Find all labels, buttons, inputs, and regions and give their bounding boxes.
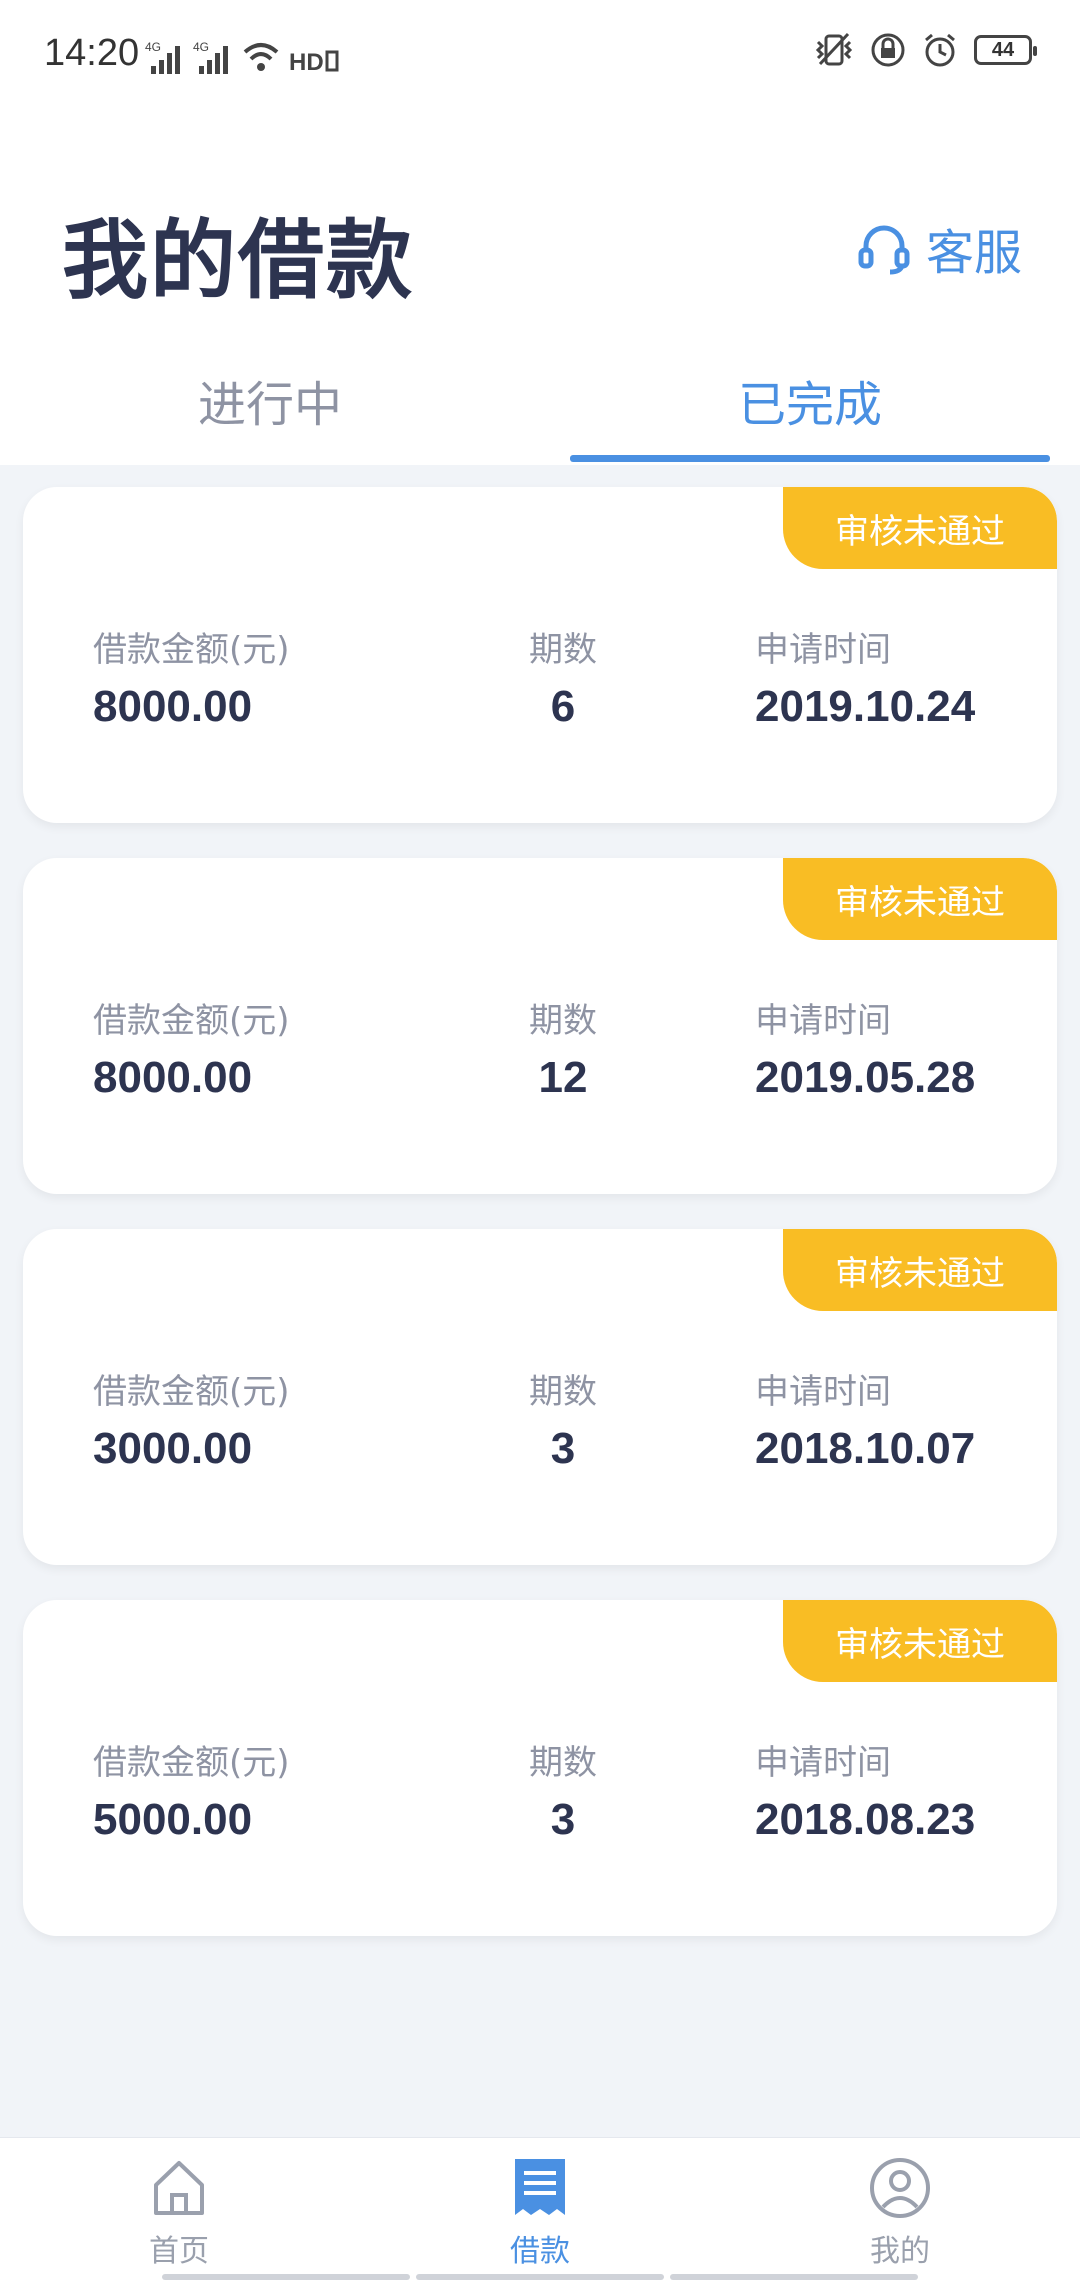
- amount-value: 8000.00: [93, 1053, 253, 1102]
- date-label: 申请时间: [755, 1001, 891, 1041]
- date-value: 2019.05.28: [755, 1053, 976, 1102]
- svg-text:4G: 4G: [145, 40, 161, 54]
- bottom-navigation: 首页 借款 我的: [0, 2137, 1080, 2280]
- status-badge: 审核未通过: [783, 487, 1057, 569]
- periods-value: 3: [550, 1795, 576, 1844]
- periods-value: 6: [550, 682, 576, 731]
- svg-text:HD: HD: [289, 49, 324, 74]
- lock-rotation-icon: [871, 33, 905, 67]
- amount-value: 8000.00: [93, 682, 253, 731]
- amount-label: 借款金额(元): [93, 1001, 290, 1041]
- svg-text:4G: 4G: [193, 40, 209, 54]
- status-badge: 审核未通过: [783, 1600, 1057, 1682]
- signal-icon: 4G: [145, 40, 180, 74]
- top-area: 14:20 4G 4G HD 44 我的借款 客服 进行中 已完成: [0, 0, 1080, 465]
- periods-label: 期数: [529, 1001, 597, 1041]
- loan-tabs: 进行中 已完成: [0, 350, 1080, 465]
- headset-icon: [858, 225, 910, 275]
- loan-card[interactable]: 审核未通过 借款金额(元) 3000.00 期数 3 申请时间 2018.10.…: [23, 1229, 1057, 1565]
- user-icon: [870, 2158, 930, 2218]
- gesture-bar: [0, 2274, 1080, 2280]
- alarm-icon: [925, 33, 955, 67]
- nav-home-label: 首页: [149, 2234, 209, 2269]
- tab-completed[interactable]: 已完成: [570, 365, 1050, 435]
- periods-label: 期数: [529, 1372, 597, 1412]
- active-tab-indicator: [570, 455, 1050, 462]
- date-value: 2018.10.07: [755, 1424, 976, 1473]
- network-indicators: 4G 4G HD: [145, 30, 339, 74]
- amount-label: 借款金额(元): [93, 1372, 290, 1412]
- wifi-icon: [243, 43, 279, 71]
- status-badge: 审核未通过: [783, 1229, 1057, 1311]
- loan-card[interactable]: 审核未通过 借款金额(元) 8000.00 期数 12 申请时间 2019.05…: [23, 858, 1057, 1194]
- loan-card[interactable]: 审核未通过 借款金额(元) 8000.00 期数 6 申请时间 2019.10.…: [23, 487, 1057, 823]
- amount-value: 5000.00: [93, 1795, 253, 1844]
- date-value: 2018.08.23: [755, 1795, 976, 1844]
- page-title: 我的借款: [62, 211, 414, 311]
- tab-in-progress[interactable]: 进行中: [30, 365, 510, 435]
- amount-value: 3000.00: [93, 1424, 253, 1473]
- status-time: 14:20: [44, 32, 140, 74]
- signal-icon: 4G: [193, 40, 228, 74]
- loan-card[interactable]: 审核未通过 借款金额(元) 5000.00 期数 3 申请时间 2018.08.…: [23, 1600, 1057, 1936]
- date-label: 申请时间: [755, 1743, 891, 1783]
- hd-icon: HD: [289, 49, 339, 74]
- customer-service-button[interactable]: 客服: [856, 213, 1022, 283]
- nav-mine-label: 我的: [870, 2234, 930, 2269]
- periods-value: 3: [550, 1424, 576, 1473]
- date-value: 2019.10.24: [755, 682, 976, 731]
- amount-label: 借款金额(元): [93, 1743, 290, 1783]
- nav-loans-label: 借款: [510, 2234, 570, 2269]
- nav-loans[interactable]: 借款: [440, 2156, 640, 2270]
- nav-mine[interactable]: 我的: [800, 2156, 1000, 2270]
- customer-service-label: 客服: [925, 225, 1022, 281]
- vibrate-icon: [815, 32, 853, 66]
- date-label: 申请时间: [755, 1372, 891, 1412]
- periods-value: 12: [538, 1053, 588, 1102]
- amount-label: 借款金额(元): [93, 630, 290, 670]
- status-right: 44: [814, 32, 1037, 68]
- battery-icon: 44: [974, 35, 1037, 65]
- nav-home[interactable]: 首页: [79, 2156, 279, 2270]
- date-label: 申请时间: [755, 630, 891, 670]
- home-icon: [154, 2161, 204, 2215]
- document-icon: [515, 2159, 565, 2215]
- status-badge: 审核未通过: [783, 858, 1057, 940]
- periods-label: 期数: [529, 1743, 597, 1783]
- status-bar: 14:20 4G 4G HD 44: [0, 0, 1080, 110]
- periods-label: 期数: [529, 630, 597, 670]
